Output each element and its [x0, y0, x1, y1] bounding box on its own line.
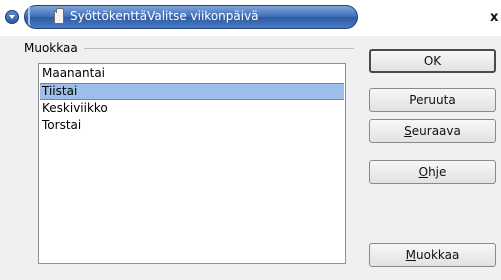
- window-menu-icon[interactable]: [5, 10, 19, 24]
- title-bar[interactable]: SyöttökenttäValitse viikonpäivä x: [0, 0, 501, 36]
- list-item[interactable]: Torstai: [40, 117, 344, 134]
- dialog-window: SyöttökenttäValitse viikonpäivä x Muokka…: [0, 0, 501, 280]
- document-icon: [54, 8, 64, 24]
- edit-button-mnemonic: M: [405, 248, 416, 262]
- group-label: Muokkaa: [24, 40, 84, 56]
- next-button[interactable]: Seuraava: [369, 119, 496, 143]
- next-button-mnemonic: S: [404, 124, 412, 138]
- list-item[interactable]: Maanantai: [40, 65, 344, 82]
- help-button[interactable]: Ohje: [369, 160, 496, 184]
- cancel-button-label: Peruuta: [409, 93, 456, 107]
- help-button-mnemonic: O: [418, 165, 429, 179]
- edit-button[interactable]: Muokkaa: [369, 243, 496, 267]
- help-button-label: hje: [428, 165, 447, 179]
- next-button-label: euraava: [411, 124, 461, 138]
- edit-button-label: uokkaa: [416, 248, 460, 262]
- window-title: SyöttökenttäValitse viikonpäivä: [70, 9, 259, 23]
- list-item-selected[interactable]: Tiistai: [40, 83, 344, 100]
- title-pill-notch: [28, 6, 34, 26]
- list-item[interactable]: Keskiviikko: [40, 100, 344, 117]
- ok-button[interactable]: OK: [369, 49, 496, 73]
- close-icon[interactable]: x: [490, 10, 501, 26]
- ok-button-label: OK: [423, 54, 442, 68]
- weekday-listbox[interactable]: Maanantai Tiistai Keskiviikko Torstai: [38, 63, 346, 264]
- cancel-button[interactable]: Peruuta: [369, 88, 496, 112]
